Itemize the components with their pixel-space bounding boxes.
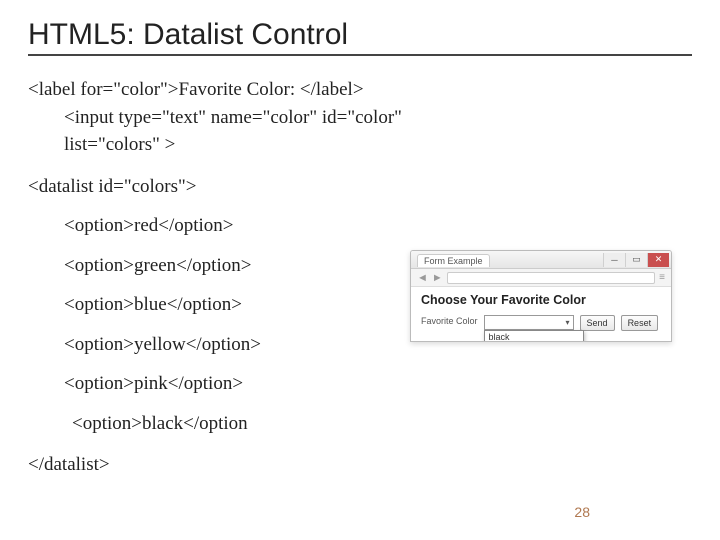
chevron-down-icon: ▾	[566, 318, 570, 327]
browser-toolbar: ◄ ► ≡	[411, 269, 671, 287]
reset-button[interactable]: Reset	[621, 315, 659, 331]
color-combobox[interactable]: ▾ black red green blue yellow pink ↖	[484, 315, 574, 330]
code-line: <option>blue</option>	[28, 291, 358, 319]
window-minimize-button[interactable]: ─	[603, 253, 625, 267]
browser-screenshot: Form Example ─ ▭ ✕ ◄ ► ≡ Choose Your Fav…	[410, 250, 672, 342]
window-titlebar: Form Example ─ ▭ ✕	[411, 251, 671, 269]
dropdown-option[interactable]: black	[485, 331, 583, 342]
code-line: <option>pink</option>	[28, 370, 358, 398]
window-close-button[interactable]: ✕	[647, 253, 669, 267]
color-dropdown: black red green blue yellow pink ↖	[484, 330, 584, 342]
page-heading: Choose Your Favorite Color	[421, 293, 661, 307]
send-button[interactable]: Send	[580, 315, 615, 331]
code-line: <option>green</option>	[28, 252, 358, 280]
code-line: <label for="color">Favorite Color: </lab…	[28, 76, 692, 104]
page-number: 28	[574, 504, 590, 520]
code-line: <option>black</option	[28, 410, 358, 438]
code-line: list="colors" >	[28, 131, 692, 159]
forward-icon[interactable]: ►	[432, 272, 443, 284]
code-line: <datalist id="colors">	[28, 173, 692, 201]
address-bar[interactable]	[447, 272, 655, 284]
back-icon[interactable]: ◄	[417, 272, 428, 284]
window-maximize-button[interactable]: ▭	[625, 253, 647, 267]
code-line: </datalist>	[28, 451, 692, 479]
code-line: <option>red</option>	[28, 212, 358, 240]
browser-tab[interactable]: Form Example	[417, 254, 490, 267]
code-line: <input type="text" name="color" id="colo…	[28, 104, 692, 132]
code-line: <option>yellow</option>	[28, 331, 358, 359]
form-label: Favorite Color	[421, 315, 478, 326]
slide-title: HTML5: Datalist Control	[28, 18, 692, 56]
menu-icon[interactable]: ≡	[659, 272, 665, 283]
